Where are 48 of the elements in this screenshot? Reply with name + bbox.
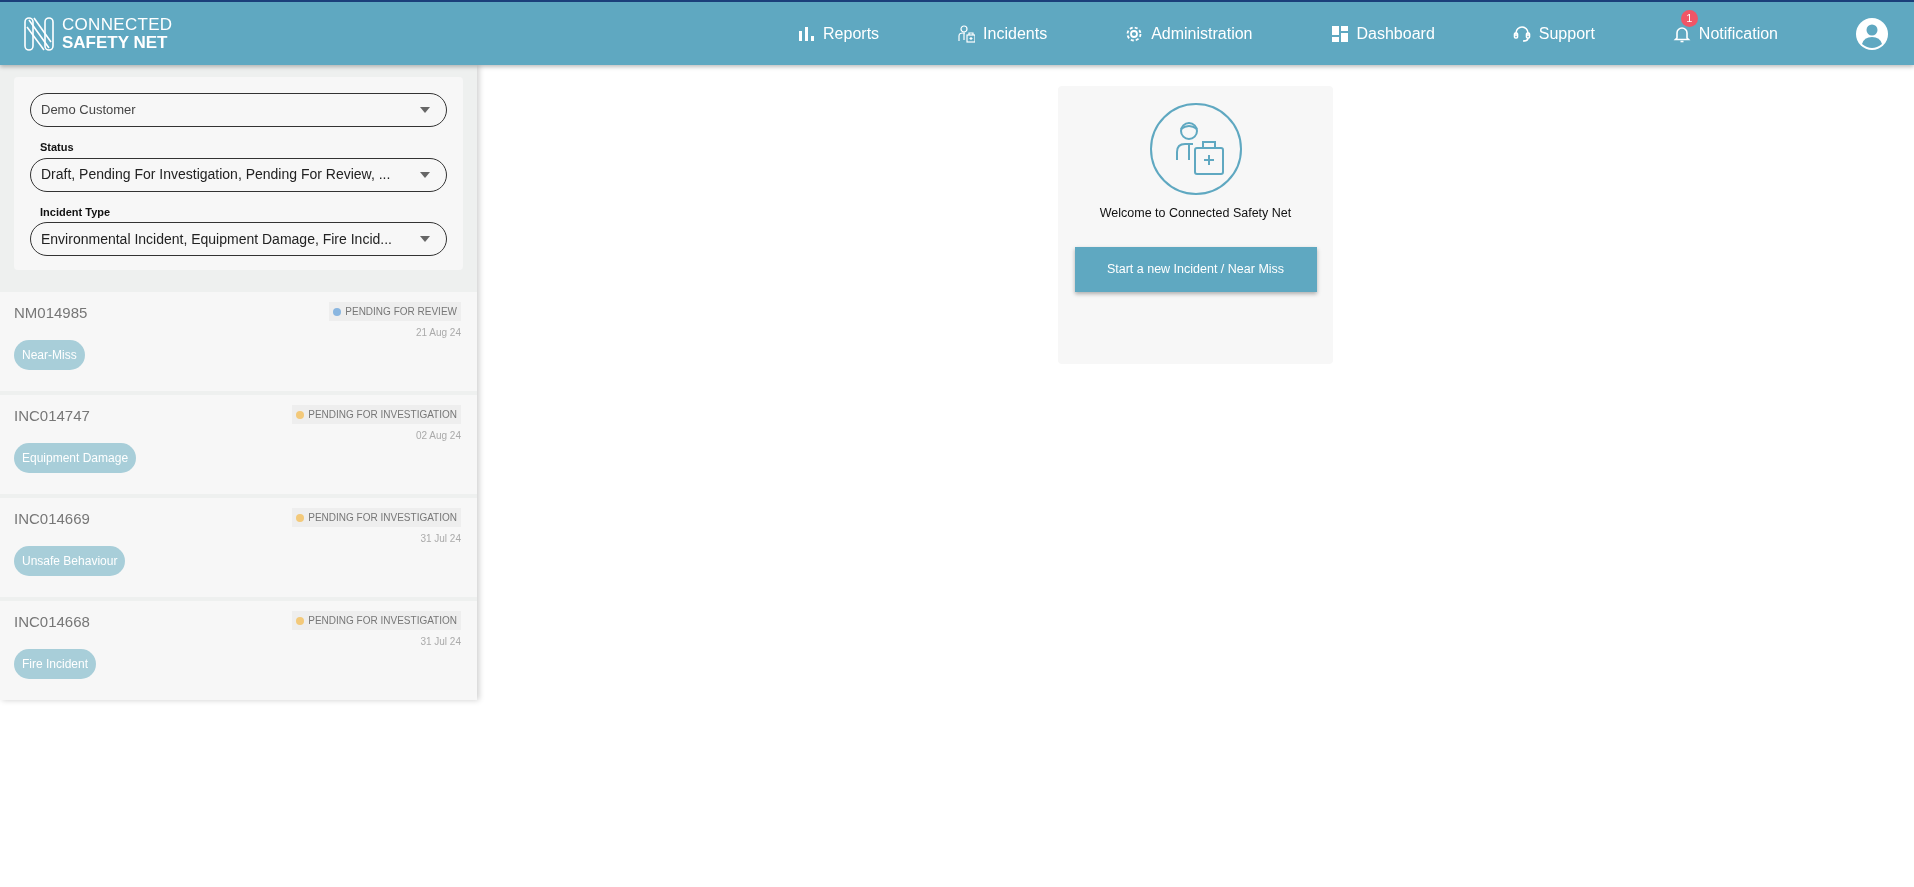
caret-icon	[420, 171, 430, 178]
incident-date: 31 Jul 24	[420, 635, 461, 649]
incident-date: 02 Aug 24	[415, 429, 461, 443]
incident-list-item[interactable]: INC014747 PENDING FOR INVESTIGATION 02 Aug 24 Equipment Damage	[0, 395, 477, 494]
dropdown-field[interactable]: Environmental Incident, Equipment Damage, Fire Incid...	[30, 222, 447, 256]
bell-icon	[1672, 24, 1691, 43]
incident-id: INC014669	[14, 509, 90, 529]
incident-list-item[interactable]: NM014985 PENDING FOR REVIEW 21 Aug 24 Near-Miss	[0, 292, 477, 391]
incident-date: 21 Aug 24	[415, 326, 461, 340]
status-label: PENDING FOR INVESTIGATION	[292, 611, 461, 630]
incident-type-tag: Equipment Damage	[14, 443, 137, 473]
field-label: Status	[40, 140, 75, 155]
nav-link[interactable]: Reports	[797, 9, 880, 58]
incident-id: INC014668	[14, 612, 90, 632]
brand-name: CONNECTED	[62, 15, 173, 34]
dropdown-field[interactable]: Demo Customer	[30, 93, 447, 127]
person-with-first-aid-kit-icon	[1148, 102, 1243, 196]
incident-list-item[interactable]: INC014668 PENDING FOR INVESTIGATION 31 Jul 24 Fire Incident	[0, 601, 477, 700]
nav-link[interactable]: Administration	[1125, 9, 1253, 58]
logo-icon	[24, 16, 54, 51]
incident-date: 31 Jul 24	[420, 532, 461, 546]
gear-icon	[1125, 24, 1144, 43]
status-label: PENDING FOR INVESTIGATION	[292, 508, 461, 527]
incident-type-tag: Unsafe Behaviour	[14, 546, 126, 576]
incident-id: NM014985	[14, 303, 88, 323]
caret-icon	[420, 236, 430, 242]
incident-list-item[interactable]: INC014669 PENDING FOR INVESTIGATION 31 Jul 24 Unsafe Behaviour	[0, 498, 477, 597]
status-label: PENDING FOR REVIEW	[329, 302, 461, 321]
welcome-title: Welcome to Connected Safety Net	[1099, 205, 1292, 222]
notification-count-badge: 1	[1680, 9, 1698, 27]
incident-id: INC014747	[14, 406, 90, 426]
start-incident-button[interactable]: Start a new Incident / Near Miss	[1074, 246, 1317, 292]
incident-type-tag: Near-Miss	[14, 340, 85, 370]
incident-type-tag: Fire Incident	[14, 649, 97, 679]
user-avatar-icon[interactable]	[1856, 17, 1888, 50]
field-label: Incident Type	[40, 204, 112, 220]
nav-link[interactable]: Incidents	[957, 9, 1048, 58]
dashboard-icon	[1330, 24, 1349, 43]
headset-icon	[1512, 24, 1531, 43]
brand-name: SAFETY NET	[62, 33, 169, 52]
bar-chart-icon	[797, 24, 816, 43]
nav-link[interactable]: Support	[1512, 9, 1595, 58]
status-label: PENDING FOR INVESTIGATION	[292, 405, 461, 424]
caret-icon	[420, 107, 430, 113]
nav-link[interactable]: Dashboard	[1330, 9, 1435, 58]
person-with-first-aid-kit-icon	[957, 24, 976, 43]
dropdown-field[interactable]: Draft, Pending For Investigation, Pending For Review, ...	[30, 157, 447, 192]
nav-link[interactable]: Notification 1	[1672, 9, 1778, 58]
